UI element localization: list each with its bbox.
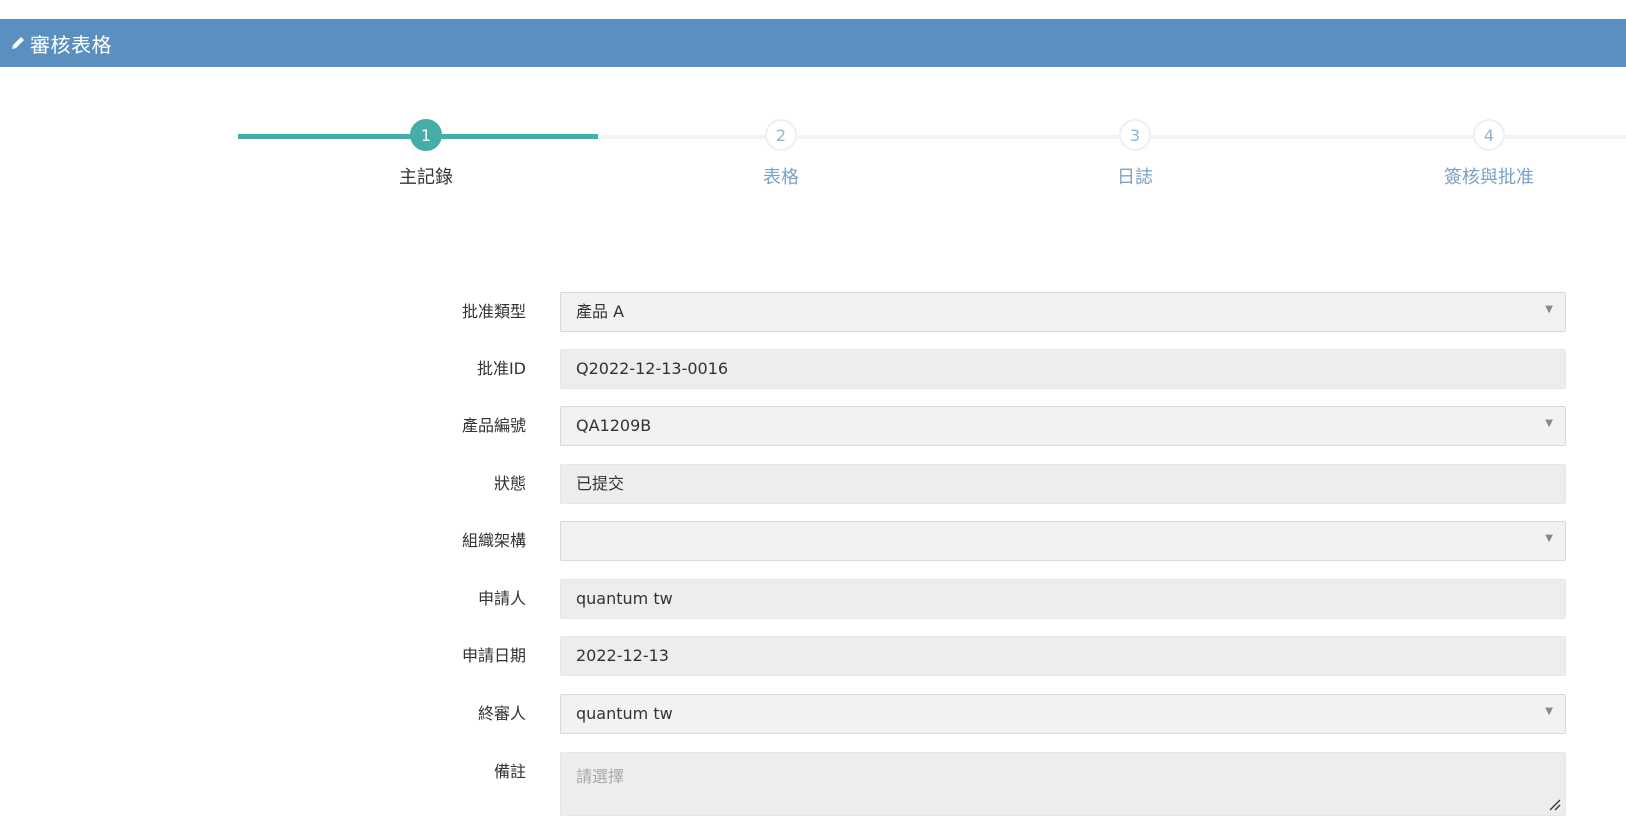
remarks-label: 備註 (493, 762, 526, 781)
final-reviewer-label: 終審人 (477, 704, 526, 723)
chevron-down-icon: ▼ (1545, 706, 1553, 717)
status-field[interactable]: 已提交 (560, 464, 1566, 504)
product-number-row: 產品編號 QA1209B ▼ (0, 406, 1626, 446)
approval-id-field[interactable]: Q2022-12-13-0016 (560, 349, 1566, 389)
product-number-label: 產品編號 (461, 416, 526, 435)
step-label: 主記錄 (399, 167, 453, 188)
step-number: 4 (1473, 119, 1505, 151)
final-reviewer-value: quantum tw (576, 704, 673, 723)
wizard-step-1[interactable]: 1 主記錄 (326, 119, 526, 189)
organization-label: 組織架構 (461, 531, 526, 550)
applicant-field[interactable]: quantum tw (560, 579, 1566, 619)
wizard-step-4[interactable]: 4 簽核與批准 (1389, 119, 1589, 189)
final-reviewer-row: 終審人 quantum tw ▼ (0, 694, 1626, 734)
product-number-select[interactable]: QA1209B ▼ (560, 406, 1566, 446)
approval-id-row: 批准ID Q2022-12-13-0016 (0, 349, 1626, 389)
approval-type-value: 產品 A (576, 302, 625, 321)
approval-id-value: Q2022-12-13-0016 (576, 359, 729, 378)
apply-date-label: 申請日期 (461, 646, 526, 665)
status-value: 已提交 (576, 474, 625, 493)
approval-type-row: 批准類型 產品 A ▼ (0, 292, 1626, 332)
status-label: 狀態 (493, 474, 526, 493)
remarks-row: 備註 請選擇 (0, 752, 1626, 816)
step-wizard: 1 主記錄 2 表格 3 日誌 4 簽核與批准 (0, 0, 1626, 220)
step-label: 簽核與批准 (1444, 167, 1534, 188)
approval-type-select[interactable]: 產品 A ▼ (560, 292, 1566, 332)
step-label: 日誌 (1117, 167, 1153, 188)
applicant-value: quantum tw (576, 589, 673, 608)
remarks-textarea[interactable]: 請選擇 (560, 752, 1566, 816)
product-number-value: QA1209B (576, 416, 652, 435)
wizard-step-3[interactable]: 3 日誌 (1035, 119, 1235, 189)
apply-date-field[interactable]: 2022-12-13 (560, 636, 1566, 676)
chevron-down-icon: ▼ (1545, 418, 1553, 429)
organization-row: 組織架構 ▼ (0, 521, 1626, 561)
remarks-placeholder: 請選擇 (576, 767, 625, 786)
approval-id-label: 批准ID (476, 359, 526, 378)
step-number: 3 (1119, 119, 1151, 151)
resize-grip-icon[interactable] (1549, 799, 1561, 811)
final-reviewer-select[interactable]: quantum tw ▼ (560, 694, 1566, 734)
chevron-down-icon: ▼ (1545, 304, 1553, 315)
status-row: 狀態 已提交 (0, 464, 1626, 504)
applicant-label: 申請人 (477, 589, 526, 608)
step-number: 1 (410, 119, 442, 151)
wizard-step-2[interactable]: 2 表格 (681, 119, 881, 189)
applicant-row: 申請人 quantum tw (0, 579, 1626, 619)
step-label: 表格 (763, 167, 799, 188)
apply-date-row: 申請日期 2022-12-13 (0, 636, 1626, 676)
organization-select[interactable]: ▼ (560, 521, 1566, 561)
chevron-down-icon: ▼ (1545, 533, 1553, 544)
approval-type-label: 批准類型 (461, 302, 526, 321)
apply-date-value: 2022-12-13 (576, 646, 669, 665)
step-number: 2 (765, 119, 797, 151)
